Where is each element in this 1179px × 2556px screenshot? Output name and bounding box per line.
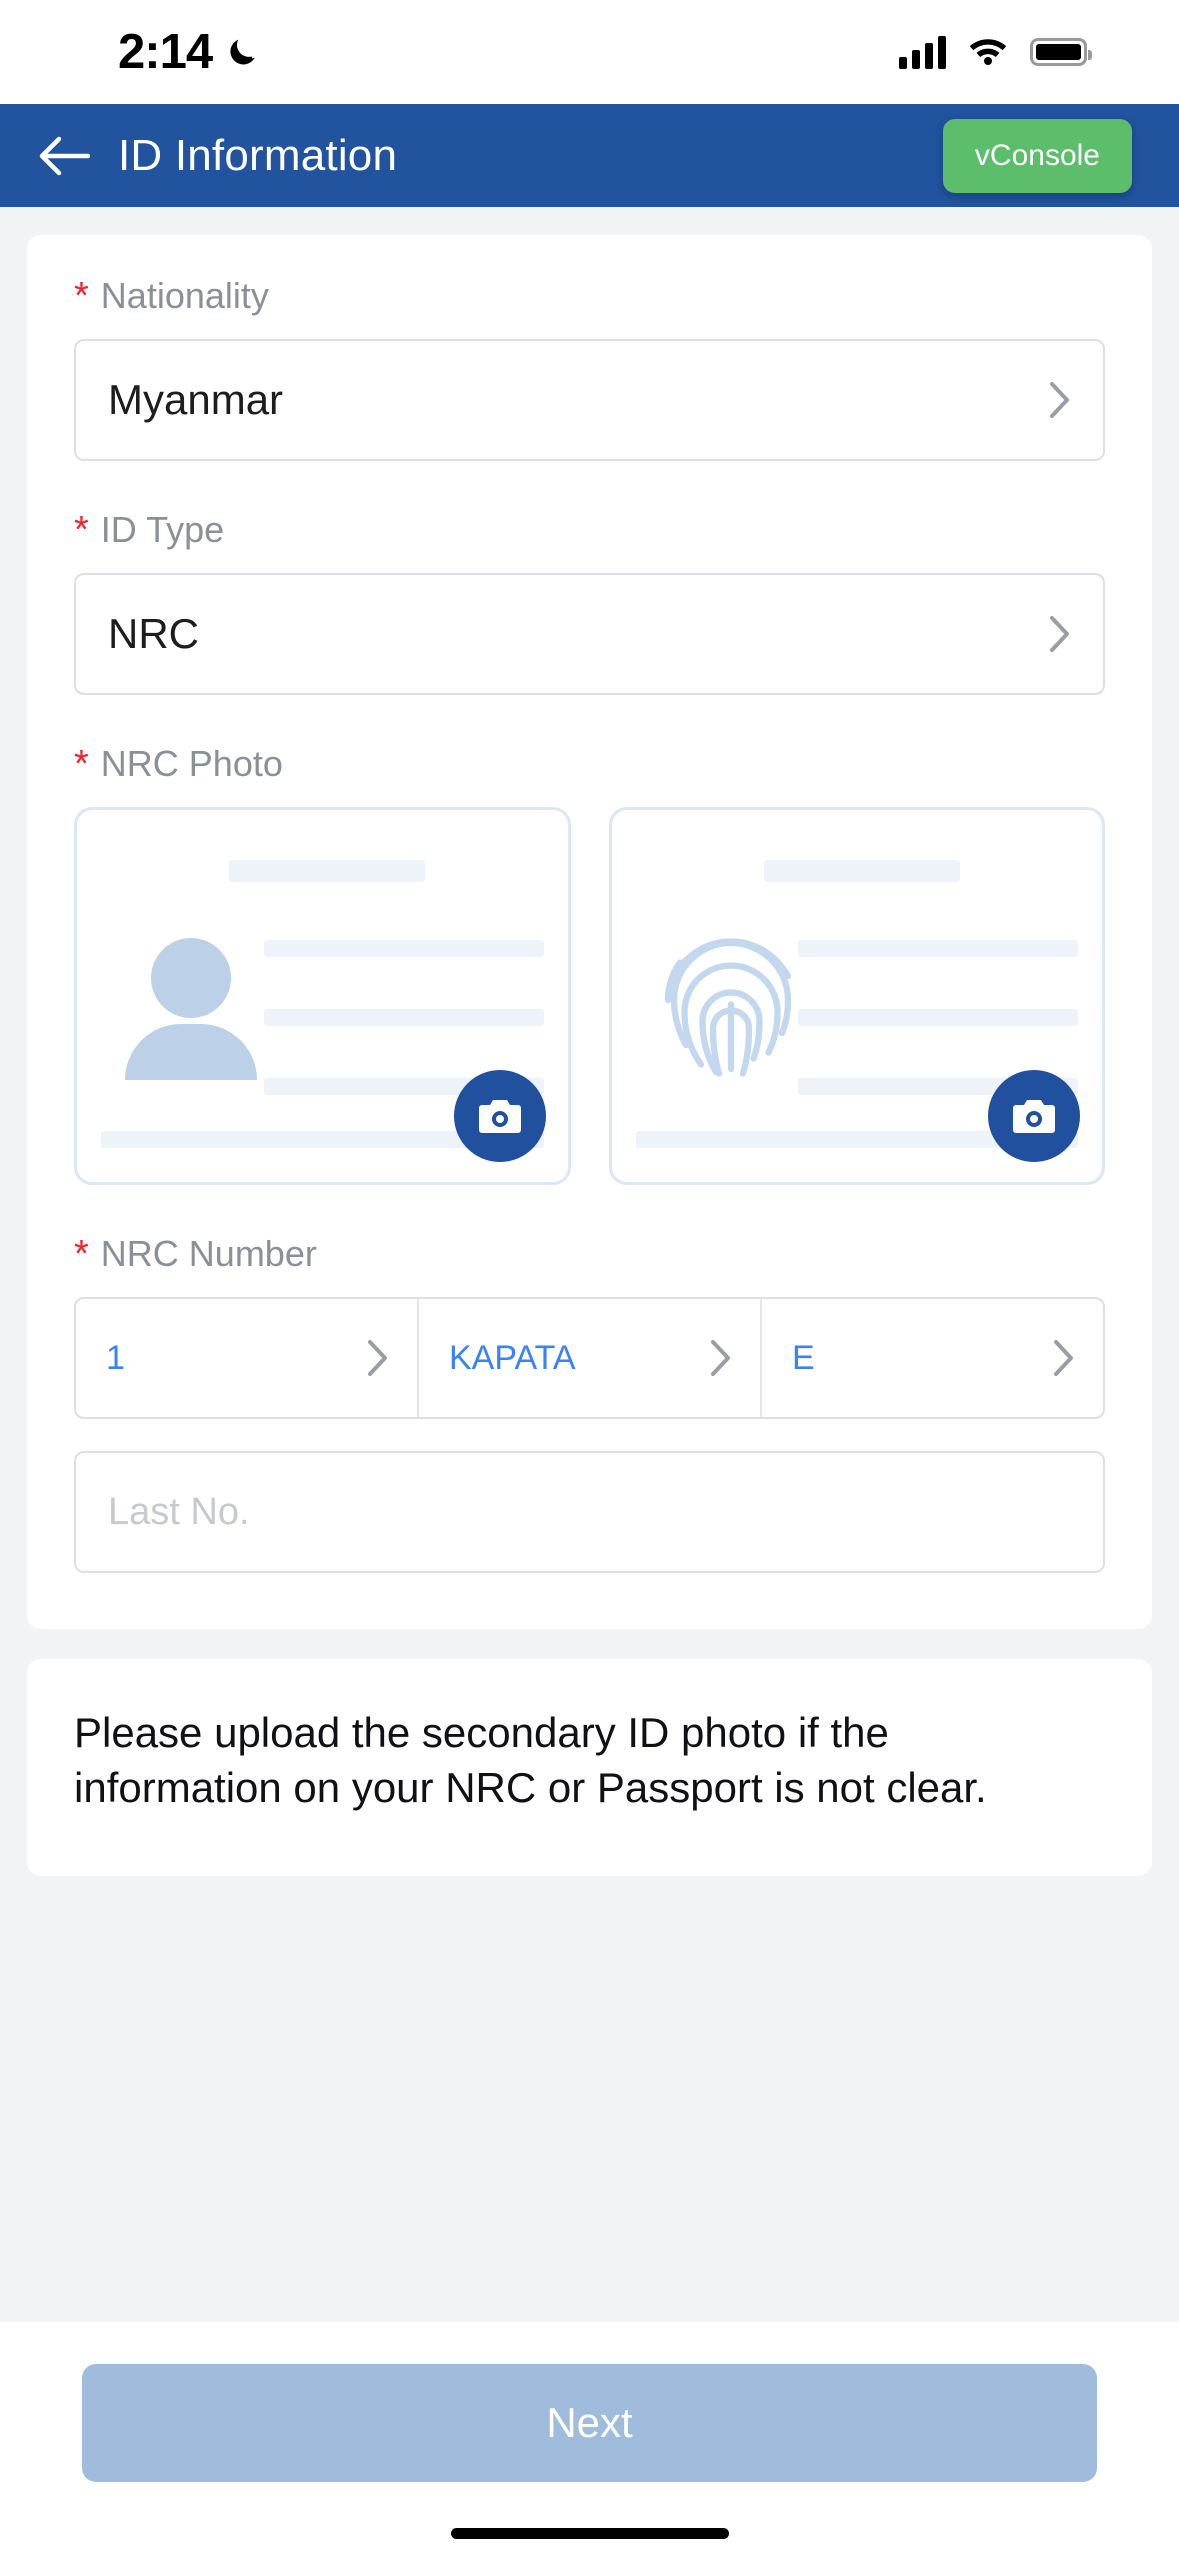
status-bar-right bbox=[899, 35, 1092, 70]
nrc-state-select[interactable]: 1 bbox=[76, 1299, 417, 1417]
nrc-number-segments: 1 KAPATA E bbox=[74, 1297, 1105, 1419]
chevron-right-icon bbox=[1043, 614, 1077, 654]
secondary-id-notice-text: Please upload the secondary ID photo if … bbox=[74, 1709, 987, 1812]
camera-icon[interactable] bbox=[453, 1070, 546, 1162]
status-bar-left: 2:14 bbox=[118, 24, 260, 79]
nrc-type-select[interactable]: E bbox=[760, 1299, 1103, 1417]
chevron-right-icon bbox=[704, 1338, 738, 1378]
home-indicator bbox=[450, 2528, 729, 2539]
status-bar-clock: 2:14 bbox=[118, 24, 213, 79]
id-type-select[interactable]: NRC bbox=[74, 573, 1105, 695]
nrc-type-value: E bbox=[792, 1338, 815, 1377]
nrc-photo-label-row: * NRC Photo bbox=[74, 743, 1105, 785]
battery-icon bbox=[1030, 38, 1092, 66]
fingerprint-icon bbox=[656, 922, 806, 1087]
nrc-photo-field: * NRC Photo bbox=[74, 743, 1105, 1185]
nrc-front-upload[interactable] bbox=[74, 807, 571, 1185]
phone-screen: 2:14 ID Information vConsole * Nationali… bbox=[0, 0, 1179, 2556]
placeholder-bar bbox=[763, 860, 960, 882]
nrc-back-upload[interactable] bbox=[608, 807, 1105, 1185]
vconsole-button[interactable]: vConsole bbox=[942, 118, 1132, 193]
required-asterisk: * bbox=[74, 509, 89, 551]
id-form-card: * Nationality Myanmar * ID Type NRC * NR… bbox=[27, 235, 1152, 1629]
placeholder-bar bbox=[229, 860, 426, 882]
wifi-icon bbox=[968, 35, 1008, 70]
camera-icon[interactable] bbox=[988, 1070, 1080, 1162]
back-arrow-icon[interactable] bbox=[36, 128, 92, 184]
nationality-label-row: * Nationality bbox=[74, 275, 1105, 317]
last-no-input-wrap[interactable] bbox=[74, 1451, 1105, 1573]
nationality-field: * Nationality Myanmar bbox=[74, 275, 1105, 461]
secondary-id-notice-card: Please upload the secondary ID photo if … bbox=[27, 1659, 1152, 1876]
last-no-input[interactable] bbox=[108, 1490, 1071, 1534]
nationality-label: Nationality bbox=[100, 275, 269, 316]
nrc-number-label-row: * NRC Number bbox=[74, 1233, 1105, 1275]
nrc-state-value: 1 bbox=[106, 1338, 125, 1377]
page-content: * Nationality Myanmar * ID Type NRC * NR… bbox=[0, 207, 1179, 2556]
footer-bar: Next bbox=[0, 2322, 1179, 2556]
page-title: ID Information bbox=[118, 130, 398, 180]
chevron-right-icon bbox=[1047, 1338, 1081, 1378]
nrc-photo-uploaders bbox=[74, 807, 1105, 1185]
nationality-value: Myanmar bbox=[108, 376, 284, 423]
chevron-right-icon bbox=[361, 1338, 395, 1378]
nationality-select[interactable]: Myanmar bbox=[74, 339, 1105, 461]
nrc-number-field: * NRC Number 1 KAPATA E Last No. bbox=[74, 1233, 1105, 1573]
id-type-value: NRC bbox=[108, 610, 199, 657]
required-asterisk: * bbox=[74, 275, 89, 317]
nrc-number-label: NRC Number bbox=[100, 1233, 317, 1274]
id-type-field: * ID Type NRC bbox=[74, 509, 1105, 695]
app-header: ID Information vConsole bbox=[0, 104, 1179, 207]
nrc-photo-label: NRC Photo bbox=[100, 743, 283, 784]
nrc-township-value: KAPATA bbox=[449, 1338, 576, 1377]
status-bar: 2:14 bbox=[0, 0, 1179, 104]
person-avatar-icon bbox=[125, 938, 257, 1080]
id-type-label-row: * ID Type bbox=[74, 509, 1105, 551]
cellular-signal-icon bbox=[899, 35, 946, 69]
id-type-label: ID Type bbox=[100, 509, 225, 550]
required-asterisk: * bbox=[74, 743, 89, 785]
chevron-right-icon bbox=[1043, 380, 1077, 420]
nrc-township-select[interactable]: KAPATA bbox=[417, 1299, 760, 1417]
required-asterisk: * bbox=[74, 1233, 89, 1275]
crescent-moon-icon bbox=[226, 35, 260, 69]
next-button[interactable]: Next bbox=[82, 2364, 1097, 2482]
